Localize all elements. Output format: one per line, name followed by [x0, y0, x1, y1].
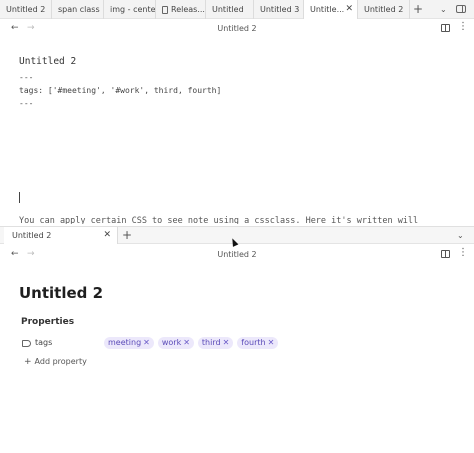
- remove-tag-icon[interactable]: ✕: [223, 337, 230, 349]
- reading-view-icon[interactable]: [441, 24, 450, 32]
- frontmatter-close: ---: [19, 99, 34, 108]
- note-title: Untitled 2: [217, 250, 257, 259]
- close-tab-icon[interactable]: ✕: [345, 4, 353, 14]
- tab-releases[interactable]: Releas...: [156, 0, 206, 19]
- property-row-tags: tags meeting ✕ work ✕ third ✕ fourth ✕: [20, 337, 460, 351]
- properties-heading[interactable]: Properties: [21, 317, 74, 327]
- add-property-label: Add property: [34, 357, 87, 366]
- top-nav-bar: ← → Untitled 2 ⋮: [0, 20, 474, 38]
- tab-list-chevron-icon[interactable]: ⌄: [457, 227, 464, 244]
- tag-chip-label: third: [201, 338, 221, 347]
- tab-list-chevron-icon[interactable]: ⌄: [440, 0, 447, 19]
- top-tab-bar: Untitled 2 span class img - center Relea…: [0, 0, 474, 19]
- tab-label: Untitle...: [310, 5, 345, 14]
- text-caret: [19, 192, 20, 203]
- source-editor[interactable]: Untitled 2 --- tags: ['#meeting', '#work…: [0, 40, 474, 224]
- tag-chip[interactable]: meeting ✕: [104, 337, 154, 349]
- tag-chip-label: meeting: [108, 338, 142, 347]
- tag-chip[interactable]: third ✕: [197, 337, 234, 349]
- tab-untitled-2-bottom[interactable]: Untitled 2 ✕: [4, 227, 118, 244]
- bottom-nav-bar: ← → Untitled 2 ⋮: [0, 246, 474, 264]
- tag-chips: meeting ✕ work ✕ third ✕ fourth ✕: [104, 337, 279, 349]
- tag-chip-label: fourth: [241, 338, 266, 347]
- tab-untitled-2-last[interactable]: Untitled 2: [358, 0, 410, 19]
- tab-untitled-active[interactable]: Untitle... ✕: [304, 0, 358, 19]
- frontmatter-open: ---: [19, 73, 34, 82]
- tab-untitled-3[interactable]: Untitled 3: [254, 0, 304, 19]
- sidebar-toggle-icon[interactable]: [456, 5, 466, 13]
- plus-icon: +: [24, 357, 32, 367]
- tab-img-center[interactable]: img - center: [104, 0, 156, 19]
- tab-span-class[interactable]: span class: [52, 0, 104, 19]
- tab-label: Releas...: [171, 5, 205, 14]
- remove-tag-icon[interactable]: ✕: [143, 337, 150, 349]
- more-options-icon[interactable]: ⋮: [458, 247, 468, 258]
- source-heading: Untitled 2: [19, 56, 77, 67]
- property-key[interactable]: tags: [35, 338, 52, 347]
- page-title[interactable]: Untitled 2: [19, 284, 103, 302]
- tab-label: Untitled: [212, 5, 244, 14]
- tag-chip-label: work: [161, 338, 182, 347]
- tab-label: Untitled 3: [260, 5, 300, 14]
- add-property-button[interactable]: + Add property: [24, 357, 87, 367]
- remove-tag-icon[interactable]: ✕: [183, 337, 190, 349]
- tab-label: Untitled 2: [12, 231, 52, 240]
- preview-pane: Untitled 2 Properties tags meeting ✕ wor…: [0, 264, 474, 453]
- frontmatter-tags: tags: ['#meeting', '#work', third, fourt…: [19, 86, 222, 95]
- new-tab-icon[interactable]: +: [122, 227, 132, 244]
- tab-label: img - center: [110, 5, 156, 14]
- tab-untitled-2[interactable]: Untitled 2: [0, 0, 52, 19]
- document-icon: [162, 5, 168, 14]
- new-tab-icon[interactable]: +: [410, 0, 426, 18]
- tab-label: span class: [58, 5, 100, 14]
- tab-label: Untitled 2: [6, 5, 46, 14]
- remove-tag-icon[interactable]: ✕: [268, 337, 275, 349]
- tag-chip[interactable]: fourth ✕: [237, 337, 279, 349]
- tag-chip[interactable]: work ✕: [157, 337, 194, 349]
- partially-hidden-text: You can apply certain CSS to see note us…: [19, 216, 419, 224]
- tab-label: Untitled 2: [364, 5, 404, 14]
- note-title: Untitled 2: [217, 24, 257, 33]
- reading-view-icon[interactable]: [441, 250, 450, 258]
- close-tab-icon[interactable]: ✕: [103, 227, 111, 244]
- tab-untitled[interactable]: Untitled: [206, 0, 254, 19]
- more-options-icon[interactable]: ⋮: [458, 21, 468, 32]
- tag-icon: [22, 340, 31, 347]
